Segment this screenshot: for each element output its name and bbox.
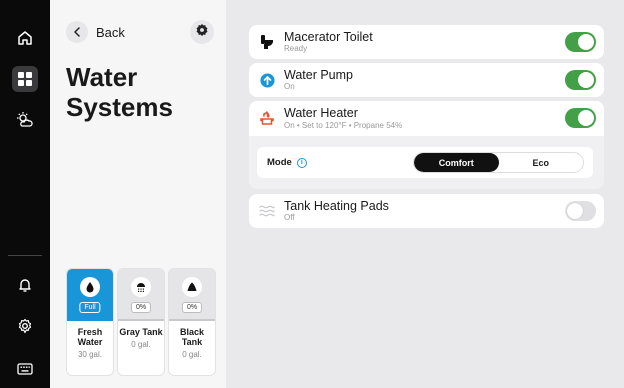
gear-icon[interactable] xyxy=(12,313,38,339)
tank-amount: 0 gal. xyxy=(182,350,202,359)
mode-option-eco[interactable]: Eco xyxy=(499,153,584,172)
chevron-left-icon xyxy=(66,21,88,43)
back-label: Back xyxy=(96,24,125,40)
settings-button[interactable] xyxy=(190,20,214,44)
sun-cloud-icon[interactable] xyxy=(12,107,38,133)
tank-amount: 0 gal. xyxy=(131,340,151,349)
home-icon[interactable] xyxy=(12,25,38,51)
row-title: Water Pump xyxy=(284,68,354,82)
back-button[interactable]: Back xyxy=(66,20,125,44)
row-status: Off xyxy=(284,213,295,222)
macerator-toggle[interactable] xyxy=(565,32,596,52)
bell-icon[interactable] xyxy=(12,272,38,298)
arrow-up-circle-icon xyxy=(259,72,275,88)
tank-name: Black Tank xyxy=(179,327,205,347)
heat-waves-icon xyxy=(259,203,275,219)
tank-name: Gray Tank xyxy=(119,327,163,337)
waste-icon xyxy=(182,277,202,297)
nav-rail xyxy=(0,0,50,388)
rail-divider xyxy=(8,255,42,256)
toilet-icon xyxy=(259,34,275,50)
system-row-macerator: Macerator Toilet Ready xyxy=(249,25,604,59)
tank-list: Full Fresh Water 30 gal. 0% Gray Tank 0 … xyxy=(66,268,216,376)
row-title: Tank Heating Pads xyxy=(284,199,389,213)
heater-toggle[interactable] xyxy=(565,108,596,128)
tank-level-badge: 0% xyxy=(130,302,152,313)
info-icon[interactable]: i xyxy=(296,157,307,168)
row-status: Ready xyxy=(284,44,308,53)
row-title: Water Heater xyxy=(284,106,358,120)
row-title: Macerator Toilet xyxy=(284,30,373,44)
tank-level-badge: 0% xyxy=(181,302,203,313)
page-title: Water Systems xyxy=(66,62,173,122)
heating-pads-toggle[interactable] xyxy=(565,201,596,221)
tank-card-gray-tank[interactable]: 0% Gray Tank 0 gal. xyxy=(117,268,165,376)
flame-icon xyxy=(259,110,275,126)
tank-name: Fresh Water xyxy=(77,327,103,347)
grid-icon[interactable] xyxy=(12,66,38,92)
mode-label: Mode i xyxy=(267,157,307,168)
keyboard-icon[interactable] xyxy=(12,356,38,382)
system-row-pump: Water Pump On xyxy=(249,63,604,97)
pump-toggle[interactable] xyxy=(565,70,596,90)
system-row-heating-pads: Tank Heating Pads Off xyxy=(249,194,604,228)
mode-label-text: Mode xyxy=(267,157,292,168)
row-status: On xyxy=(284,82,295,91)
row-status: On • Set to 120°F • Propane 54% xyxy=(284,121,403,130)
left-panel: Back Water Systems Full Fresh Water 30 g… xyxy=(50,0,226,388)
mode-segmented-control: Comfort Eco xyxy=(413,152,584,173)
tank-card-fresh-water[interactable]: Full Fresh Water 30 gal. xyxy=(66,268,114,376)
heater-header: Water Heater On • Set to 120°F • Propane… xyxy=(249,101,604,136)
shower-icon xyxy=(131,277,151,297)
tank-card-black-tank[interactable]: 0% Black Tank 0 gal. xyxy=(168,268,216,376)
tank-amount: 30 gal. xyxy=(77,350,103,359)
mode-panel: Mode i Comfort Eco xyxy=(257,147,593,178)
gear-icon xyxy=(195,23,209,42)
tank-level-badge: Full xyxy=(79,302,101,313)
mode-option-comfort[interactable]: Comfort xyxy=(414,153,499,172)
water-drop-icon xyxy=(80,277,100,297)
